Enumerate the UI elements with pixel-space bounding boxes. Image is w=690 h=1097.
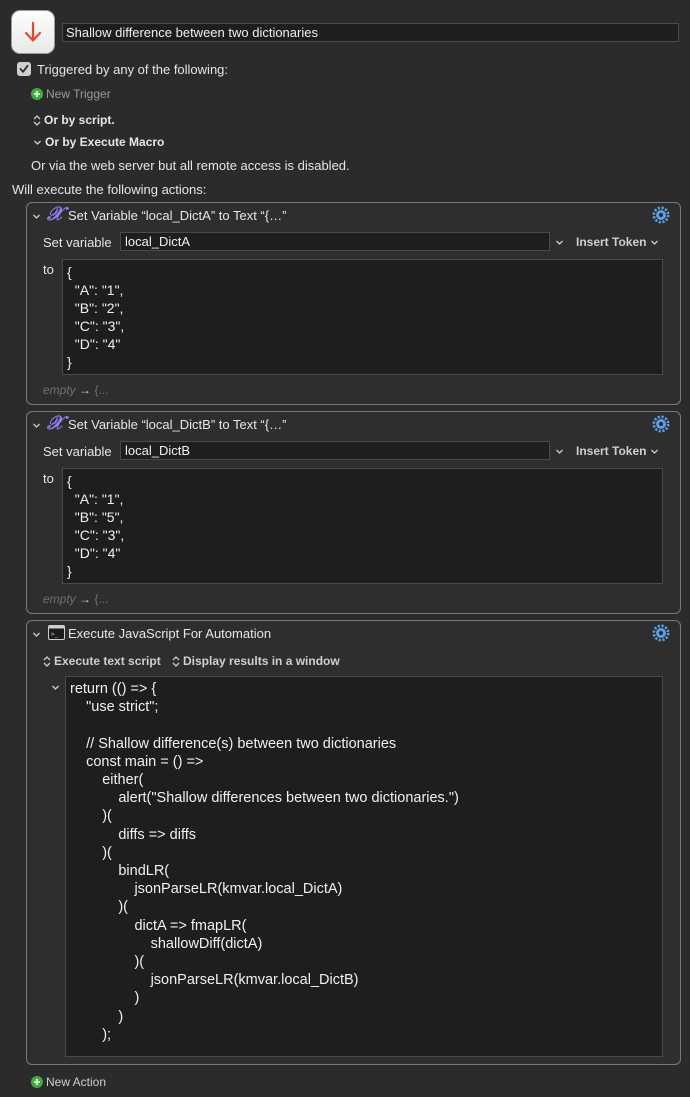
- footer-empty: empty: [43, 592, 76, 606]
- chevron-down-icon[interactable]: [32, 212, 41, 221]
- action-title: Set Variable “local_DictA” to Text “{…”: [68, 208, 287, 223]
- chevron-down-icon[interactable]: [555, 238, 564, 247]
- updown-chevron-icon: [172, 655, 180, 667]
- actions-heading: Will execute the following actions:: [12, 182, 207, 197]
- text-value-area[interactable]: { "A": "1", "B": "5", "C": "3", "D": "4"…: [62, 468, 663, 584]
- footer-value: {...: [94, 383, 109, 397]
- chevron-down-icon: [34, 140, 41, 145]
- chevron-down-icon[interactable]: [32, 630, 41, 639]
- insert-token-menu[interactable]: Insert Token: [576, 444, 659, 458]
- script-source-popup[interactable]: Execute text script: [43, 654, 161, 668]
- or-by-script-label: Or by script.: [44, 113, 115, 127]
- chevron-down-icon: [651, 240, 659, 245]
- new-action-button[interactable]: New Action: [31, 1075, 106, 1089]
- new-action-label: New Action: [46, 1075, 107, 1089]
- macro-name-field[interactable]: Shallow difference between two dictionar…: [62, 23, 679, 42]
- chevron-down-icon[interactable]: [555, 447, 564, 456]
- or-by-execute-macro-label: Or by Execute Macro: [45, 135, 165, 149]
- updown-chevron-icon: [33, 114, 41, 126]
- variable-x-icon: 𝒳: [47, 412, 64, 434]
- web-server-note: Or via the web server but all remote acc…: [31, 158, 350, 173]
- script-code-editor[interactable]: return (() => { "use strict"; // Shallow…: [65, 676, 663, 1057]
- svg-text:>_: >_: [51, 631, 59, 638]
- action-title: Set Variable “local_DictB” to Text “{…”: [68, 417, 287, 432]
- to-label: to: [43, 262, 54, 277]
- action-title: Execute JavaScript For Automation: [68, 626, 272, 641]
- or-by-execute-macro-toggle[interactable]: Or by Execute Macro: [33, 135, 164, 149]
- gear-icon[interactable]: [652, 624, 670, 642]
- action-result-footer: empty → {...: [43, 383, 108, 397]
- plus-icon: [31, 1076, 43, 1088]
- action-set-variable-b[interactable]: 𝒳 Set Variable “local_DictB” to Text “{……: [26, 411, 681, 614]
- triggers-enabled-checkbox[interactable]: [17, 62, 31, 76]
- checkmark-icon: [19, 64, 29, 73]
- plus-icon: [31, 88, 43, 100]
- footer-arrow: →: [79, 383, 92, 397]
- variable-x-icon: 𝒳: [47, 203, 64, 225]
- footer-empty: empty: [43, 383, 76, 397]
- footer-value: {...: [94, 592, 109, 606]
- new-trigger-label: New Trigger: [46, 87, 111, 101]
- updown-chevron-icon: [43, 655, 51, 667]
- insert-token-label: Insert Token: [576, 444, 647, 458]
- insert-token-menu[interactable]: Insert Token: [576, 235, 659, 249]
- triggers-heading: Triggered by any of the following:: [37, 62, 229, 77]
- macro-icon[interactable]: [11, 10, 55, 54]
- chevron-down-icon[interactable]: [51, 683, 60, 692]
- action-set-variable-a[interactable]: 𝒳 Set Variable “local_DictA” to Text “{……: [26, 202, 681, 405]
- text-value-area[interactable]: { "A": "1", "B": "2", "C": "3", "D": "4"…: [62, 259, 663, 375]
- gear-icon[interactable]: [652, 206, 670, 224]
- action-execute-jxa[interactable]: >_ Execute JavaScript For Automation Exe…: [26, 620, 681, 1065]
- variable-name-field[interactable]: local_DictB: [120, 441, 550, 460]
- set-variable-label: Set variable: [43, 444, 112, 459]
- variable-name-field[interactable]: local_DictA: [120, 232, 550, 251]
- chevron-down-icon[interactable]: [32, 421, 41, 430]
- arrow-down-icon: [24, 21, 42, 42]
- to-label: to: [43, 471, 54, 486]
- set-variable-label: Set variable: [43, 235, 112, 250]
- script-source-label: Execute text script: [54, 654, 161, 668]
- chevron-down-icon: [651, 449, 659, 454]
- footer-arrow: →: [79, 592, 92, 606]
- insert-token-label: Insert Token: [576, 235, 647, 249]
- results-display-popup[interactable]: Display results in a window: [172, 654, 340, 668]
- or-by-script-toggle[interactable]: Or by script.: [33, 113, 115, 127]
- new-trigger-button[interactable]: New Trigger: [31, 87, 111, 101]
- results-display-label: Display results in a window: [183, 654, 340, 668]
- action-result-footer: empty → {...: [43, 592, 108, 606]
- script-editor-icon: >_: [48, 625, 65, 640]
- gear-icon[interactable]: [652, 415, 670, 433]
